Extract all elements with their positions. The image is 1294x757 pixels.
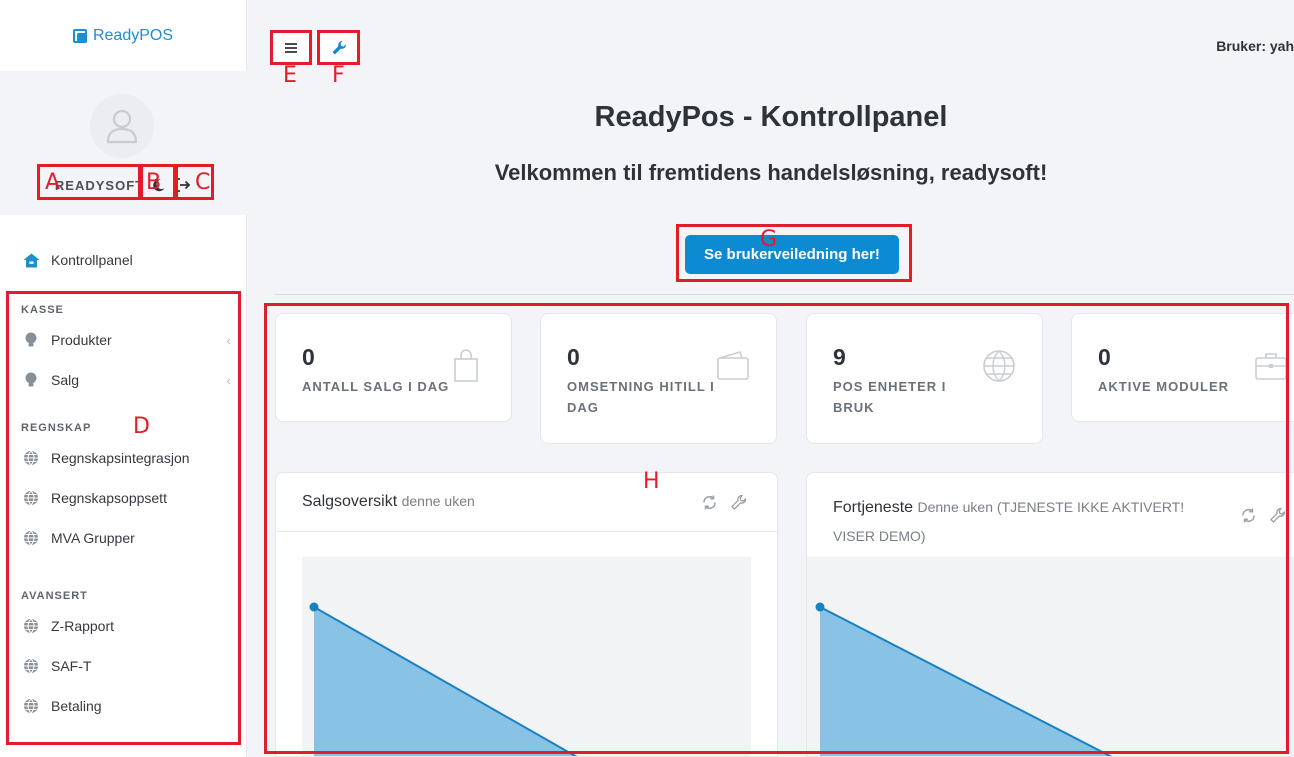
annotation-label-e: E xyxy=(283,63,297,88)
annotation-box-h xyxy=(264,303,1289,754)
annotation-label-h: H xyxy=(643,469,660,494)
annotation-label-a: A xyxy=(45,170,61,195)
divider xyxy=(275,294,1294,295)
page-title: ReadyPos - Kontrollpanel xyxy=(594,101,948,133)
brand[interactable]: ReadyPOS xyxy=(0,0,246,71)
welcome-message: Velkommen til fremtidens handelsløsning,… xyxy=(494,160,1048,185)
current-user-label: Bruker: yah xyxy=(1216,38,1294,54)
annotation-box-d xyxy=(6,291,241,745)
annotation-box-f xyxy=(317,30,360,65)
readypos-logo-icon xyxy=(72,28,87,43)
annotation-box-e xyxy=(270,30,312,65)
annotation-label-g: G xyxy=(760,227,778,252)
brand-name: ReadyPOS xyxy=(92,26,174,44)
annotation-label-c: C xyxy=(195,170,211,195)
annotation-label-f: F xyxy=(332,63,345,88)
annotation-label-b: B xyxy=(146,170,162,195)
sidebar-item-kontrollpanel[interactable]: Kontrollpanel xyxy=(0,240,247,280)
sidebar-item-label: Kontrollpanel xyxy=(51,252,133,268)
avatar xyxy=(90,94,154,158)
annotation-label-d: D xyxy=(133,414,150,439)
user-icon xyxy=(106,109,138,144)
home-icon xyxy=(22,251,40,269)
annotation-box-g xyxy=(676,224,912,282)
